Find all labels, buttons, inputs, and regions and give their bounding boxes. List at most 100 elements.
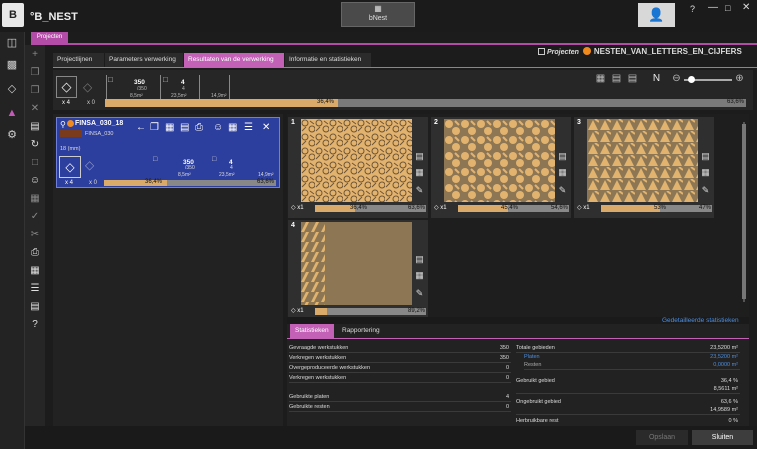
map-icon[interactable]: ◫ bbox=[3, 36, 21, 50]
nest-mode-icon[interactable]: N bbox=[650, 73, 663, 85]
shape-icon[interactable]: ▲ bbox=[3, 106, 21, 120]
lock-icon[interactable]: □ bbox=[27, 157, 43, 169]
maximize-button[interactable]: □ bbox=[725, 3, 730, 13]
zoom-in-icon[interactable]: ⊕ bbox=[733, 73, 746, 85]
view-icon[interactable]: ▦ bbox=[557, 167, 568, 179]
nest-qty: ◇ x1 bbox=[291, 307, 304, 314]
export-icon[interactable]: ▤ bbox=[414, 254, 425, 266]
nest-used-pct: 36,4% bbox=[350, 205, 368, 211]
bnest-button[interactable]: ▦ bNest bbox=[341, 2, 415, 27]
grid-view-icon[interactable]: ▦ bbox=[594, 73, 607, 85]
copy-icon[interactable]: ❐ bbox=[150, 122, 159, 133]
pieces-icon[interactable]: ◇ bbox=[56, 76, 77, 98]
part-icon: □ bbox=[153, 156, 158, 163]
nest-card-2[interactable]: 2 ▤ ▦ ✎ ◇ x1 45,4% 54,6% bbox=[431, 117, 571, 218]
nest-number: 1 bbox=[291, 119, 295, 126]
view-icon[interactable]: ▦ bbox=[414, 270, 425, 282]
table-icon[interactable]: ▦ bbox=[27, 265, 43, 277]
summary-unused-pct: 63,6% bbox=[726, 99, 744, 105]
stat-label: Gebruikte platen bbox=[289, 394, 330, 400]
detailed-stats-link[interactable]: Gedetailleerde statistieken bbox=[662, 317, 739, 324]
export-icon[interactable]: ▤ bbox=[27, 301, 43, 313]
rotate-icon[interactable]: ↻ bbox=[27, 139, 43, 151]
rests-count: x 0 bbox=[87, 100, 96, 106]
projects-tab[interactable]: Projecten bbox=[31, 32, 68, 43]
nest-grid-scrollbar[interactable] bbox=[740, 114, 748, 317]
minimize-button[interactable]: — bbox=[708, 2, 718, 13]
nest-preview[interactable] bbox=[301, 119, 412, 202]
printer-icon[interactable]: ⎙ bbox=[195, 122, 203, 133]
list-icon[interactable]: ☰ bbox=[244, 122, 253, 133]
help-doc-icon[interactable]: ? bbox=[27, 319, 43, 331]
back-arrow-icon[interactable]: ← bbox=[136, 122, 146, 133]
settings-gear-icon[interactable]: ⚙ bbox=[3, 128, 21, 142]
app-logo: B bbox=[2, 3, 24, 27]
stat-row: Verkregen werkstukken 0 bbox=[289, 374, 511, 383]
close-button[interactable]: Sluiten bbox=[692, 430, 753, 445]
summary-used-pct: 36,4% bbox=[317, 99, 335, 105]
nest-card-3[interactable]: 3 ▤ ▦ ✎ ◇ x1 53% 47% bbox=[574, 117, 714, 218]
user-button[interactable]: 👤 bbox=[638, 3, 675, 27]
plate-icon: □ bbox=[163, 75, 168, 84]
tab-projectlijnen[interactable]: Projectlijnen bbox=[53, 53, 104, 67]
help-button[interactable]: ? bbox=[690, 4, 695, 14]
export-icon[interactable]: ▤ bbox=[557, 151, 568, 163]
part-used-pct: 36,4% bbox=[145, 179, 163, 185]
nest-card-1[interactable]: 1 ▤ ▦ ✎ ◇ x1 36,4% 63,6% bbox=[288, 117, 428, 218]
export-icon[interactable]: ▤ bbox=[700, 151, 711, 163]
robot-icon[interactable]: ☺ bbox=[213, 122, 223, 133]
edit-icon[interactable]: ✎ bbox=[414, 185, 425, 197]
edit-icon[interactable]: ✎ bbox=[700, 185, 711, 197]
project-checkbox[interactable] bbox=[538, 48, 545, 55]
tab-statistieken[interactable]: Statistieken bbox=[290, 324, 334, 338]
copy-icon[interactable]: ❐ bbox=[27, 67, 43, 79]
diamond-icon[interactable]: ◇ bbox=[3, 82, 21, 96]
stat-row-reusable: Herbruikbare rest 0 % bbox=[516, 417, 740, 425]
robot-icon[interactable]: ☺ bbox=[27, 175, 43, 187]
layout-icon[interactable]: ▩ bbox=[3, 58, 21, 72]
tab-parameters-verwerking[interactable]: Parameters verwerking bbox=[105, 53, 183, 67]
divider bbox=[106, 75, 107, 99]
stat-label: Gevraagde werkstukken bbox=[289, 345, 349, 351]
check-icon[interactable]: ✓ bbox=[27, 211, 43, 223]
edit-icon[interactable]: ✎ bbox=[414, 288, 425, 300]
add-icon[interactable]: + bbox=[27, 49, 43, 61]
paste-icon[interactable]: ❐ bbox=[27, 85, 43, 97]
remove-icon[interactable]: ✕ bbox=[262, 122, 270, 133]
document-icon[interactable]: ▤ bbox=[27, 121, 43, 133]
close-window-button[interactable]: ✕ bbox=[742, 2, 750, 13]
tabs-underline bbox=[53, 67, 757, 68]
printer-icon[interactable]: ⎙ bbox=[27, 247, 43, 259]
layout-icon[interactable]: ▦ bbox=[165, 122, 174, 133]
export-icon[interactable]: ▤ bbox=[180, 122, 189, 133]
list-view-icon[interactable]: ▤ bbox=[610, 73, 623, 85]
view-icon[interactable]: ▦ bbox=[414, 167, 425, 179]
nest-used-pct: 45,4% bbox=[501, 205, 519, 211]
edit-icon[interactable]: ✎ bbox=[557, 185, 568, 197]
nest-progress-bar: 89,2% bbox=[315, 308, 426, 315]
pin-icon[interactable]: ⚲ bbox=[60, 120, 66, 129]
pieces-icon[interactable]: ◇ bbox=[59, 156, 81, 178]
nest-preview[interactable] bbox=[587, 119, 698, 202]
zoom-out-icon[interactable]: ⊖ bbox=[670, 73, 683, 85]
view-icon[interactable]: ▦ bbox=[700, 167, 711, 179]
nest-card-4[interactable]: 4 ▤ ▦ ✎ ◇ x1 89,2% bbox=[288, 220, 428, 317]
cut-icon[interactable]: ✂ bbox=[27, 229, 43, 241]
projects-label: Projecten bbox=[547, 49, 579, 56]
delete-icon[interactable]: ✕ bbox=[27, 103, 43, 115]
export-icon[interactable]: ▤ bbox=[414, 151, 425, 163]
list-icon[interactable]: ☰ bbox=[27, 283, 43, 295]
table-view-icon[interactable]: ▤ bbox=[626, 73, 639, 85]
nest-preview[interactable] bbox=[444, 119, 555, 202]
import-icon[interactable]: ▦ bbox=[228, 122, 237, 133]
tab-resultaten[interactable]: Resultaten van de verwerking bbox=[184, 53, 284, 67]
nest-preview[interactable] bbox=[301, 222, 412, 305]
scroll-thumb[interactable] bbox=[742, 124, 746, 299]
nest-icon: ◇ bbox=[434, 205, 439, 211]
stat-value: 0 bbox=[505, 365, 509, 371]
save-button[interactable]: Opslaan bbox=[636, 430, 688, 445]
import-icon[interactable]: ▦ bbox=[27, 193, 43, 205]
zoom-slider-handle[interactable] bbox=[688, 76, 695, 83]
tab-informatie[interactable]: Informatie en statistieken bbox=[285, 53, 371, 67]
tab-rapportering[interactable]: Rapportering bbox=[337, 324, 385, 338]
